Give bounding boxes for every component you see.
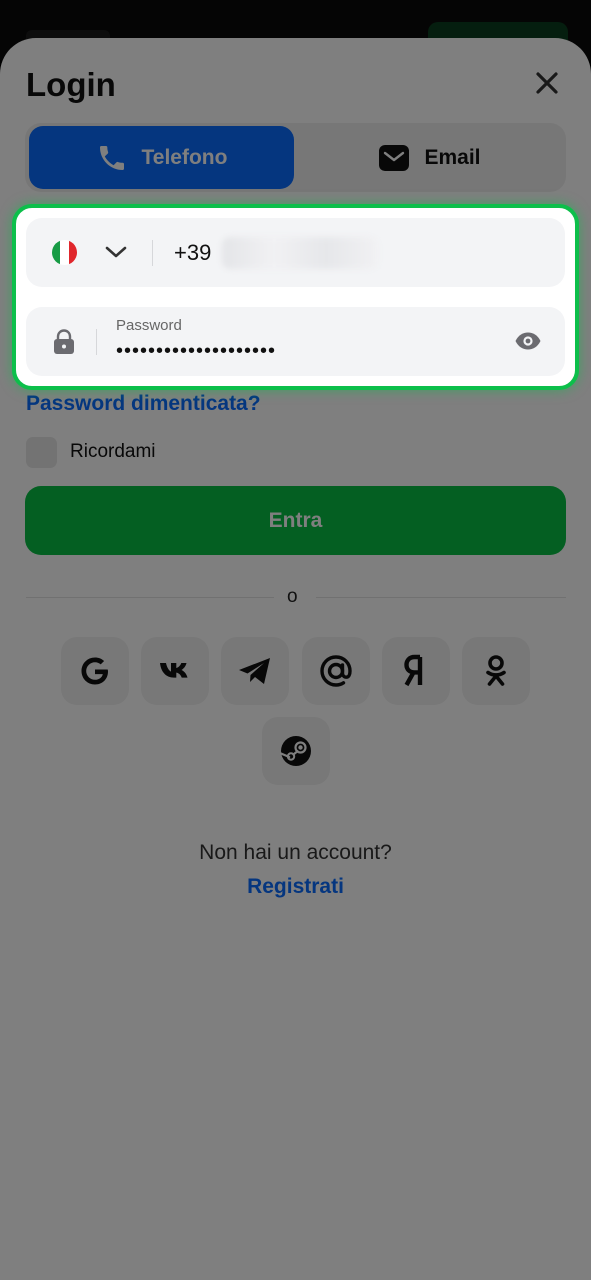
phone-icon — [99, 145, 124, 170]
steam-icon — [279, 736, 311, 766]
odnoklassniki-icon — [486, 655, 506, 686]
login-telegram-button[interactable] — [221, 637, 289, 705]
credentials-highlight: +39 Password •••••••••••••••••••• — [12, 204, 579, 390]
no-account-text: Non hai un account? — [199, 841, 392, 864]
register-link[interactable]: Registrati — [0, 875, 591, 899]
yandex-icon — [404, 654, 423, 687]
login-mailru-button[interactable] — [302, 637, 370, 705]
tab-email-label: Email — [424, 145, 481, 169]
chevron-down-icon[interactable] — [104, 244, 128, 260]
divider-right — [316, 597, 566, 598]
remember-checkbox[interactable] — [26, 437, 57, 468]
tab-telefono-label: Telefono — [141, 145, 228, 169]
phone-number-blurred[interactable] — [222, 237, 378, 269]
password-divider — [96, 329, 97, 355]
login-method-tabs: Telefono Email — [25, 123, 566, 192]
login-odnoklassniki-button[interactable] — [462, 637, 530, 705]
google-icon — [81, 657, 108, 685]
telegram-icon — [239, 658, 270, 684]
close-icon[interactable] — [530, 66, 564, 100]
login-yandex-button[interactable] — [382, 637, 450, 705]
divider-or: o — [287, 586, 298, 607]
phone-prefix: +39 — [174, 240, 212, 265]
divider-left — [26, 597, 274, 598]
flag-italy-icon — [52, 240, 77, 265]
login-google-button[interactable] — [61, 637, 129, 705]
submit-button[interactable]: Entra — [25, 486, 566, 555]
login-vk-button[interactable] — [141, 637, 209, 705]
password-value: •••••••••••••••••••• — [116, 340, 277, 362]
remember-label: Ricordami — [70, 441, 156, 462]
phone-divider — [152, 240, 153, 266]
page-title: Login — [26, 66, 116, 103]
mail-icon — [379, 144, 410, 171]
lock-icon — [54, 329, 74, 354]
eye-icon[interactable] — [514, 329, 542, 353]
tab-telefono[interactable]: Telefono — [29, 126, 294, 189]
phone-field[interactable]: +39 — [26, 218, 565, 287]
forgot-password-link[interactable]: Password dimenticata? — [26, 392, 261, 416]
login-steam-button[interactable] — [262, 717, 330, 785]
tab-email[interactable]: Email — [297, 126, 562, 189]
mail-at-icon — [320, 655, 352, 687]
vk-icon — [160, 663, 188, 678]
password-field[interactable]: Password •••••••••••••••••••• — [26, 307, 565, 376]
password-label: Password — [116, 317, 182, 334]
